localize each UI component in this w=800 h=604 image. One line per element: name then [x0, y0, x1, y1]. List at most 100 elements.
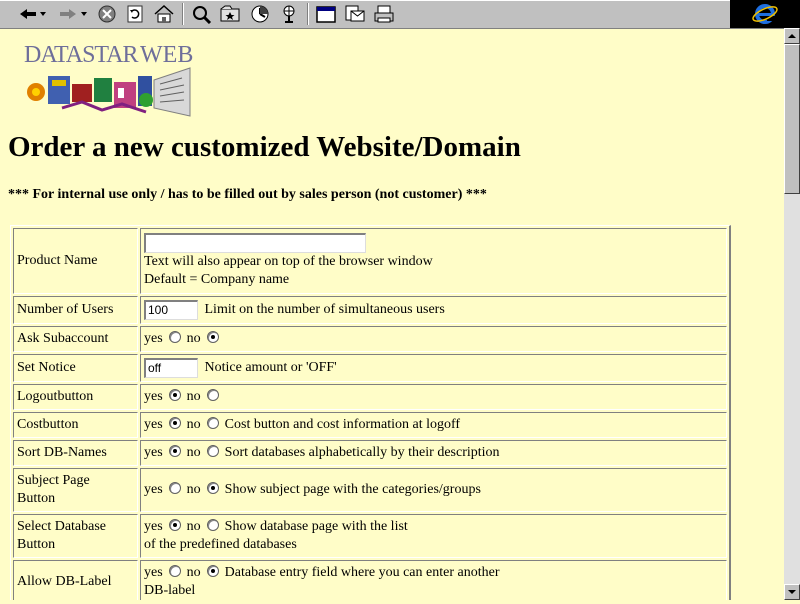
- product-name-label: Product Name: [13, 228, 138, 294]
- select-db-cell: yes no Show database page with the list of…: [140, 514, 727, 558]
- table-row: Ask Subaccount yes no: [13, 326, 727, 352]
- notice-amount-help: Notice amount or 'OFF': [204, 360, 337, 376]
- select-db-yes-label: yes: [144, 519, 163, 534]
- toolbar-separator: [182, 3, 184, 25]
- svg-text:DATASTAR: DATASTAR: [24, 42, 138, 68]
- table-row: Allow DB-Label yes no Database entry field…: [13, 560, 727, 600]
- subject-cell: yes no Show subject page with the categori…: [140, 468, 727, 512]
- back-icon[interactable]: [18, 3, 46, 25]
- sort-yes-label: yes: [144, 445, 163, 460]
- table-row: Costbutton yes no Cost button and cost inf…: [13, 412, 727, 438]
- notice-amount-label: Set Notice: [13, 354, 138, 382]
- notice-amount-cell: off Notice amount or 'OFF': [140, 354, 727, 382]
- table-row: Logoutbutton yes no: [13, 384, 727, 410]
- sort-cell: yes no Sort databases alphabetically by th…: [140, 440, 727, 466]
- vertical-scrollbar[interactable]: [784, 28, 800, 600]
- table-row: Set Notice off Notice amount or 'OFF': [13, 354, 727, 382]
- allow-label-no-label: no: [186, 565, 201, 580]
- logout-label: Logoutbutton: [13, 384, 138, 410]
- subject-yes-label: yes: [144, 482, 163, 497]
- allow-label-help-2: DB-label: [144, 583, 196, 598]
- scroll-up-button[interactable]: [784, 28, 800, 44]
- forward-icon[interactable]: [58, 3, 88, 25]
- product-name-input[interactable]: [144, 233, 366, 253]
- select-db-no-radio[interactable]: [206, 518, 219, 531]
- svg-text:WEB: WEB: [140, 42, 193, 68]
- logout-yes-radio[interactable]: [168, 388, 181, 401]
- print-icon[interactable]: [372, 3, 396, 25]
- history-icon[interactable]: [248, 3, 272, 25]
- subaccount-yes-radio[interactable]: [168, 330, 181, 343]
- allow-label-yes-label: yes: [144, 565, 163, 580]
- select-db-help-2: of the predefined databases: [144, 537, 297, 552]
- cost-no-label: no: [186, 417, 201, 432]
- sort-no-radio[interactable]: [206, 444, 219, 457]
- allow-label-cell: yes no Database entry field where you can …: [140, 560, 727, 600]
- logout-no-radio[interactable]: [206, 388, 219, 401]
- fullscreen-icon[interactable]: [314, 3, 338, 25]
- logout-cell: yes no: [140, 384, 727, 410]
- logo-collage: [27, 67, 191, 117]
- subject-no-label: no: [186, 482, 201, 497]
- channels-icon[interactable]: [277, 3, 301, 25]
- cost-no-radio[interactable]: [206, 416, 219, 429]
- subaccount-cell: yes no: [140, 326, 727, 352]
- users-help: Limit on the number of simultaneous user…: [204, 302, 445, 318]
- search-icon[interactable]: [190, 3, 214, 25]
- notice-amount-input[interactable]: off: [144, 358, 198, 378]
- mail-icon[interactable]: [343, 3, 367, 25]
- arrow-up-icon: [788, 34, 796, 38]
- stop-icon[interactable]: [96, 3, 118, 25]
- subaccount-yes-label: yes: [144, 331, 163, 346]
- subaccount-no-radio[interactable]: [206, 330, 219, 343]
- favorites-icon[interactable]: [218, 3, 242, 25]
- product-name-cell: Text will also appear on top of the brow…: [140, 228, 727, 294]
- subject-label: Subject Page Button: [13, 468, 138, 512]
- internal-use-notice: *** For internal use only / has to be fi…: [8, 187, 487, 202]
- toolbar-separator: [307, 3, 309, 25]
- table-row: Select Database Button yes no Show database…: [13, 514, 727, 558]
- allow-label-help: Database entry field where you can enter…: [224, 565, 500, 580]
- sort-help: Sort databases alphabetically by their d…: [224, 445, 500, 460]
- users-cell: 100 Limit on the number of simultaneous …: [140, 296, 727, 324]
- arrow-down-icon: [788, 590, 796, 594]
- table-row: Sort DB-Names yes no Sort databases alphab…: [13, 440, 727, 466]
- cost-yes-label: yes: [144, 417, 163, 432]
- logout-no-label: no: [186, 389, 201, 404]
- users-label: Number of Users: [13, 296, 138, 324]
- cost-label: Costbutton: [13, 412, 138, 438]
- table-row: Product Name Text will also appear on to…: [13, 228, 727, 294]
- scrollbar-thumb[interactable]: [784, 44, 800, 194]
- page-title: Order a new customized Website/Domain: [8, 131, 521, 163]
- select-db-help: Show database page with the list: [224, 519, 408, 534]
- home-icon[interactable]: [152, 3, 176, 25]
- refresh-icon[interactable]: [124, 3, 146, 25]
- scroll-down-button[interactable]: [784, 584, 800, 600]
- cost-yes-radio[interactable]: [168, 416, 181, 429]
- users-input[interactable]: 100: [144, 300, 198, 320]
- select-db-label: Select Database Button: [13, 514, 138, 558]
- browser-toolbar: [0, 0, 800, 29]
- subject-no-radio[interactable]: [206, 481, 219, 494]
- sort-no-label: no: [186, 445, 201, 460]
- datastar-web-logo: DATASTAR WEB: [22, 38, 194, 118]
- product-name-default: Default = Company name: [144, 272, 290, 287]
- table-row: Subject Page Button yes no Show subject pag…: [13, 468, 727, 512]
- order-form-table: Product Name Text will also appear on to…: [10, 225, 731, 600]
- table-row: Number of Users 100 Limit on the number …: [13, 296, 727, 324]
- product-name-help: Text will also appear on top of the brow…: [144, 254, 433, 269]
- subaccount-label: Ask Subaccount: [13, 326, 138, 352]
- allow-label-label: Allow DB-Label: [13, 560, 138, 600]
- page-content: DATASTAR WEB Order a new customized Webs…: [0, 28, 784, 600]
- sort-yes-radio[interactable]: [168, 444, 181, 457]
- logout-yes-label: yes: [144, 389, 163, 404]
- allow-label-yes-radio[interactable]: [168, 564, 181, 577]
- sort-label: Sort DB-Names: [13, 440, 138, 466]
- cost-cell: yes no Cost button and cost information at…: [140, 412, 727, 438]
- select-db-yes-radio[interactable]: [168, 518, 181, 531]
- subject-yes-radio[interactable]: [168, 481, 181, 494]
- allow-label-no-radio[interactable]: [206, 564, 219, 577]
- ie-logo-icon: [730, 0, 800, 28]
- select-db-no-label: no: [186, 519, 201, 534]
- cost-help: Cost button and cost information at logo…: [224, 417, 461, 432]
